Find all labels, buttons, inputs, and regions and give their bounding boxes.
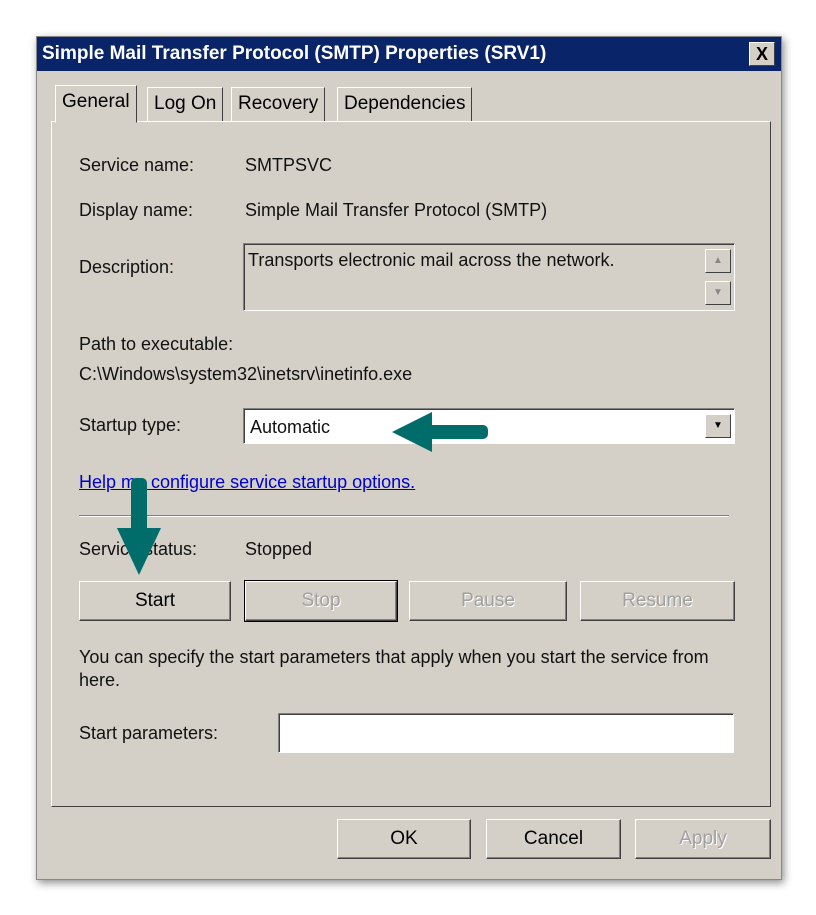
annotation-arrows [117, 412, 488, 575]
arrow-left-icon [392, 412, 488, 452]
tab-general[interactable]: General [55, 85, 137, 123]
arrow-down-icon [117, 478, 161, 575]
